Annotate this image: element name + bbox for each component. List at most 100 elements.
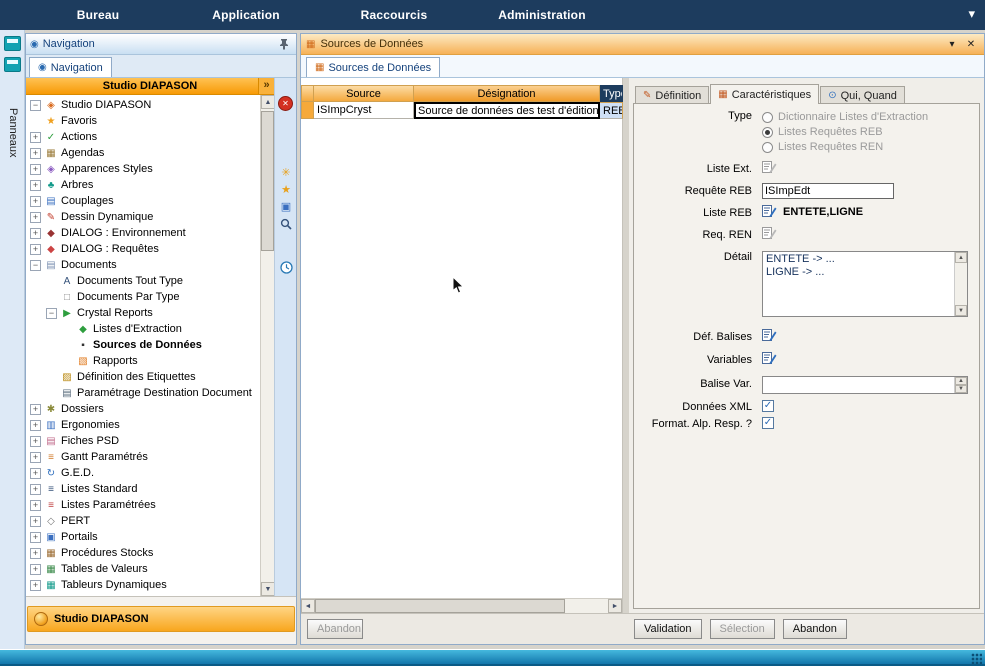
expand-icon[interactable]: +	[30, 468, 41, 479]
tree-item-dessin-dynamique[interactable]: +✎Dessin Dynamique	[26, 209, 260, 225]
balise-var-spinner[interactable]: ▲ ▼	[954, 377, 967, 393]
tree-item-portails[interactable]: +▣Portails	[26, 529, 260, 545]
tab-navigation[interactable]: ◉ Navigation	[29, 57, 112, 77]
expand-icon[interactable]: +	[30, 404, 41, 415]
cell-designation[interactable]: Source de données des test d'édition	[414, 102, 600, 119]
format-alp-checkbox[interactable]: ✓	[762, 417, 774, 429]
balise-var-up-icon[interactable]: ▲	[955, 377, 967, 385]
detail-scrollbar[interactable]: ▲ ▼	[954, 252, 967, 316]
magnifier-icon[interactable]	[278, 218, 294, 233]
expand-icon[interactable]: +	[30, 180, 41, 191]
tree-item-documents-par-type[interactable]: □Documents Par Type	[26, 289, 260, 305]
cell-source[interactable]: ISImpCryst	[314, 102, 414, 119]
expand-icon[interactable]: +	[30, 532, 41, 543]
hscroll-track[interactable]	[565, 599, 608, 613]
sparkle-icon[interactable]: ✳	[278, 166, 294, 181]
tree-scrollbar-thumb[interactable]	[261, 111, 274, 251]
tree-item-g-e-d[interactable]: +↻G.E.D.	[26, 465, 260, 481]
grid-hscrollbar[interactable]: ◄ ►	[301, 598, 622, 613]
tab-caracteristiques[interactable]: ▦Caractéristiques	[710, 84, 819, 104]
abandon-grid-button[interactable]: Abandon	[307, 619, 363, 639]
expand-icon[interactable]: +	[30, 132, 41, 143]
scroll-right-icon[interactable]: ►	[608, 599, 622, 613]
menu-bureau[interactable]: Bureau	[24, 8, 172, 22]
expand-icon[interactable]: +	[30, 484, 41, 495]
grid-row[interactable]: ISImpCrystSource de données des test d'é…	[301, 102, 623, 119]
column-header-designation[interactable]: Désignation	[414, 85, 600, 102]
expand-icon[interactable]: +	[30, 436, 41, 447]
tree-item-listes-standard[interactable]: +≡Listes Standard	[26, 481, 260, 497]
expand-icon[interactable]: +	[30, 548, 41, 559]
tree-item-tableurs-dynamiques[interactable]: +▦Tableurs Dynamiques	[26, 577, 260, 593]
studio-footer-bar[interactable]: Studio DIAPASON	[27, 606, 295, 632]
tree-item-couplages[interactable]: +▤Couplages	[26, 193, 260, 209]
donnees-xml-checkbox[interactable]: ✓	[762, 400, 774, 412]
tree-item-documents[interactable]: −▤Documents	[26, 257, 260, 273]
tree-item-listes-parametrees[interactable]: +≡Listes Paramétrées	[26, 497, 260, 513]
collapse-icon[interactable]: −	[30, 260, 41, 271]
expand-icon[interactable]: +	[30, 420, 41, 431]
panel-window-icon[interactable]	[4, 36, 21, 51]
favorite-star-icon[interactable]: ★	[278, 183, 294, 198]
type-option-listes-requetes-reb[interactable]: Listes Requêtes REB	[762, 125, 883, 139]
column-header-source[interactable]: Source	[314, 85, 414, 102]
expand-icon[interactable]: +	[30, 164, 41, 175]
pin-icon[interactable]	[276, 36, 292, 52]
window-close-icon[interactable]: ✕	[963, 37, 979, 52]
detail-listbox[interactable]: ENTETE -> ...LIGNE -> ... ▲ ▼	[762, 251, 968, 317]
scroll-left-icon[interactable]: ◄	[301, 599, 315, 613]
tree-item-studio-diapason[interactable]: −◈Studio DIAPASON	[26, 97, 260, 113]
tree-item-ergonomies[interactable]: +▥Ergonomies	[26, 417, 260, 433]
tree-item-definition-des-etiquettes[interactable]: ▨Définition des Etiquettes	[26, 369, 260, 385]
scroll-down-icon[interactable]: ▼	[261, 582, 275, 596]
validation-button[interactable]: Validation	[634, 619, 702, 639]
panel-window-icon-2[interactable]	[4, 57, 21, 72]
tab-sources-de-donnees[interactable]: ▦ Sources de Données	[306, 57, 440, 77]
def-balises-edit-icon[interactable]	[762, 329, 778, 343]
collapse-icon[interactable]: −	[30, 100, 41, 111]
tree-item-dialog-environnement[interactable]: +◆DIALOG : Environnement	[26, 225, 260, 241]
menubar-chevron-icon[interactable]: ▾	[968, 6, 975, 22]
row-marker[interactable]	[301, 102, 314, 119]
tree-item-fiches-psd[interactable]: +▤Fiches PSD	[26, 433, 260, 449]
requete-reb-input[interactable]	[762, 183, 894, 199]
expand-icon[interactable]: +	[30, 452, 41, 463]
tree-item-sources-de-donnees[interactable]: ▪Sources de Données	[26, 337, 260, 353]
menu-application[interactable]: Application	[172, 8, 320, 22]
menu-administration[interactable]: Administration	[468, 8, 616, 22]
tree-item-agendas[interactable]: +▦Agendas	[26, 145, 260, 161]
hscroll-thumb[interactable]	[315, 599, 565, 613]
expand-icon[interactable]: +	[30, 212, 41, 223]
expand-icon[interactable]: +	[30, 580, 41, 591]
expand-icon[interactable]: +	[30, 148, 41, 159]
tab-qui-quand[interactable]: ⊙Qui, Quand	[820, 86, 905, 104]
history-clock-icon[interactable]	[278, 261, 294, 276]
expand-icon[interactable]: +	[30, 500, 41, 511]
column-header-type[interactable]: Type	[600, 85, 623, 102]
collapse-panel-button[interactable]: »	[258, 78, 274, 94]
detail-scroll-down-icon[interactable]: ▼	[955, 305, 967, 316]
tree-item-apparences-styles[interactable]: +◈Apparences Styles	[26, 161, 260, 177]
tree-item-parametrage-destination-document[interactable]: ▤Paramétrage Destination Document	[26, 385, 260, 401]
liste-reb-edit-icon[interactable]	[762, 205, 778, 219]
menu-raccourcis[interactable]: Raccourcis	[320, 8, 468, 22]
image-icon[interactable]: ▣	[278, 200, 294, 215]
balise-var-combo[interactable]: ▲ ▼	[762, 376, 968, 394]
type-option-listes-requetes-ren[interactable]: Listes Requêtes REN	[762, 140, 883, 154]
expand-icon[interactable]: +	[30, 228, 41, 239]
tree-item-tables-de-valeurs[interactable]: +▦Tables de Valeurs	[26, 561, 260, 577]
tree-item-arbres[interactable]: +♣Arbres	[26, 177, 260, 193]
tree-item-gantt-parametres[interactable]: +≡Gantt Paramétrés	[26, 449, 260, 465]
tree-item-pert[interactable]: +◇PERT	[26, 513, 260, 529]
tree-item-dossiers[interactable]: +✱Dossiers	[26, 401, 260, 417]
tree-item-rapports[interactable]: ▧Rapports	[26, 353, 260, 369]
cell-type[interactable]: REB	[600, 102, 623, 119]
tree-item-actions[interactable]: +✓Actions	[26, 129, 260, 145]
expand-icon[interactable]: +	[30, 516, 41, 527]
abandon-button[interactable]: Abandon	[783, 619, 847, 639]
type-option-dictionnaire-listes-d-extraction[interactable]: Dictionnaire Listes d'Extraction	[762, 110, 928, 124]
balise-var-down-icon[interactable]: ▼	[955, 385, 967, 393]
resize-grip[interactable]	[971, 653, 982, 664]
panneaux-vertical-tab[interactable]: Panneaux	[7, 108, 19, 158]
variables-edit-icon[interactable]	[762, 352, 778, 366]
